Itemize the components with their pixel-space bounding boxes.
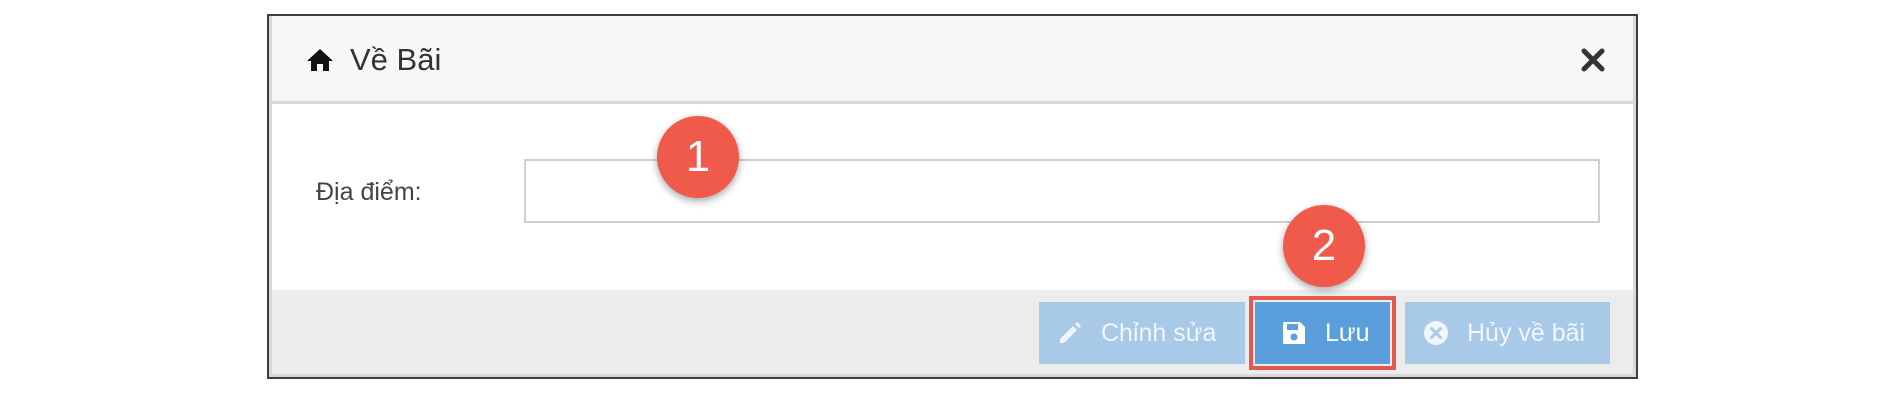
close-circle-icon — [1423, 320, 1449, 346]
dialog-footer: Chỉnh sửa Lưu Hủy về bãi — [269, 290, 1636, 377]
dialog-header: Về Bãi — [269, 16, 1636, 104]
edit-button[interactable]: Chỉnh sửa — [1039, 302, 1245, 364]
dialog-body: Địa điểm: — [269, 104, 1636, 290]
save-button-label: Lưu — [1325, 318, 1370, 347]
location-label: Địa điểm: — [316, 178, 422, 206]
save-button[interactable]: Lưu — [1249, 296, 1396, 370]
floppy-disk-icon — [1281, 320, 1307, 346]
close-icon[interactable] — [1581, 48, 1605, 72]
pencil-icon — [1057, 320, 1083, 346]
cancel-return-button[interactable]: Hủy về bãi — [1405, 302, 1610, 364]
edit-button-label: Chỉnh sửa — [1101, 318, 1217, 347]
step-marker-1: 1 — [657, 116, 739, 198]
dialog-title: Về Bãi — [350, 42, 442, 77]
step-marker-2: 2 — [1283, 205, 1365, 287]
home-icon — [306, 48, 334, 72]
ve-bai-dialog: Về Bãi Địa điểm: Chỉnh sửa Lưu Hủy về bã… — [267, 14, 1638, 379]
cancel-return-button-label: Hủy về bãi — [1467, 318, 1586, 347]
